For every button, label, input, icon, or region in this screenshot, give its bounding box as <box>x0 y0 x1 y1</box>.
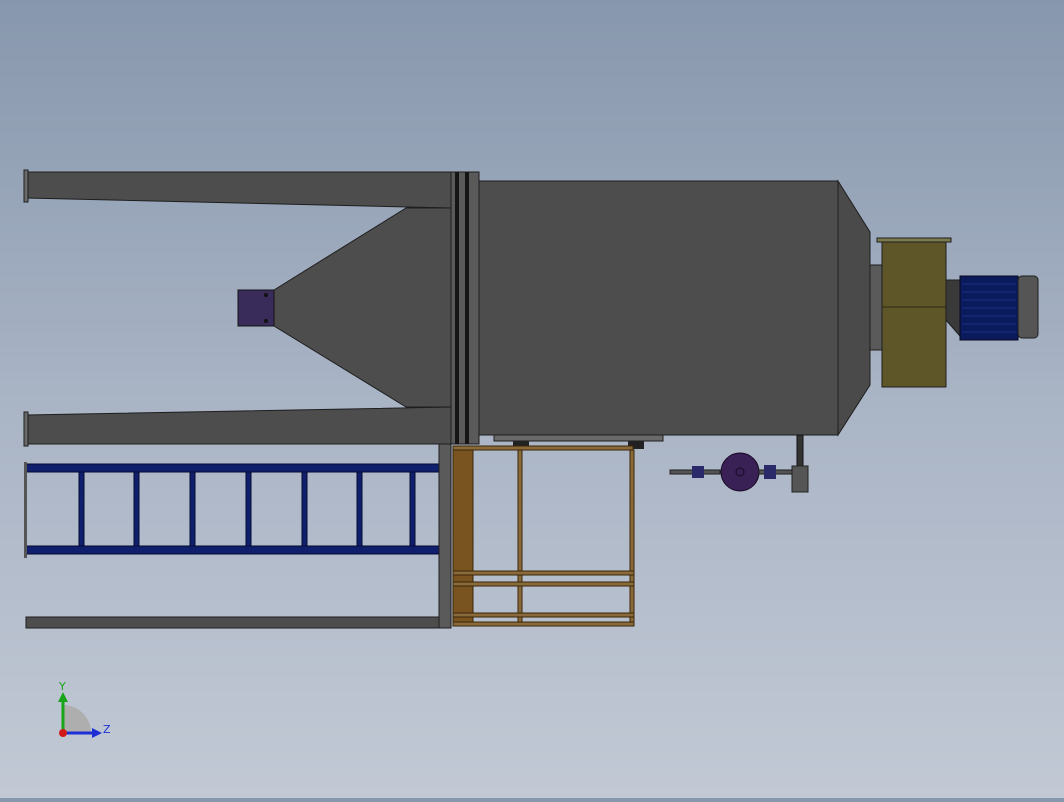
ladder-top-rail <box>25 463 447 473</box>
ladder-rungs <box>78 471 416 547</box>
pipe-elbow <box>791 465 809 493</box>
hopper-assembly[interactable] <box>23 169 453 447</box>
scaffold-frame[interactable] <box>452 445 635 627</box>
z-axis-label: Z <box>103 723 111 736</box>
motor-end-cap <box>1017 275 1039 339</box>
fan-housing[interactable] <box>881 241 947 388</box>
hopper-cone <box>273 207 453 408</box>
collector-body[interactable] <box>478 179 871 449</box>
outlet-bolt <box>264 293 268 297</box>
fan-housing-flange <box>876 237 952 243</box>
body-taper <box>837 179 871 437</box>
ladder-bottom-rail <box>25 545 447 555</box>
platform-rail <box>25 616 445 629</box>
scaffold-crossbar <box>452 621 635 627</box>
coordinate-triad: Y Z <box>58 680 111 738</box>
body-shell <box>478 180 839 436</box>
scaffold-main-post <box>452 445 474 625</box>
y-axis-label: Y <box>58 680 66 693</box>
scaffold-post <box>517 449 523 627</box>
cad-viewport[interactable]: Y Z <box>0 0 1064 798</box>
upper-leg-beam <box>25 171 453 209</box>
valve-body[interactable] <box>720 452 760 492</box>
connection-flange[interactable] <box>450 171 480 445</box>
motor-adapter <box>945 279 961 338</box>
pipe-fitting <box>692 466 704 478</box>
pipe-fitting <box>764 465 776 479</box>
platform-post <box>438 443 452 629</box>
flange-rib <box>455 172 459 444</box>
scaffold-post <box>629 449 635 627</box>
base-plate <box>493 434 664 442</box>
hopper-outlet-flange[interactable] <box>237 289 275 327</box>
fan-motor-assembly[interactable] <box>869 237 1039 388</box>
ladder-end-post <box>24 462 27 558</box>
outlet-bolt <box>264 319 268 323</box>
lower-leg-end-plate <box>23 411 29 447</box>
triad-arc <box>63 705 91 733</box>
scaffold-crossbar <box>452 570 635 576</box>
scaffold-crossbar <box>452 612 635 618</box>
z-axis-head <box>92 728 102 738</box>
lower-leg-beam <box>25 406 453 445</box>
x-axis-origin <box>59 729 67 737</box>
y-axis-head <box>58 692 68 702</box>
flange-rib <box>465 172 469 444</box>
scaffold-top-beam <box>452 445 634 451</box>
access-ladder[interactable] <box>24 462 447 558</box>
model-canvas[interactable]: Y Z <box>0 0 1064 798</box>
valve-pipe-assembly[interactable] <box>669 434 809 493</box>
upper-leg-end-plate <box>23 169 29 203</box>
scaffold-crossbar <box>452 581 635 587</box>
